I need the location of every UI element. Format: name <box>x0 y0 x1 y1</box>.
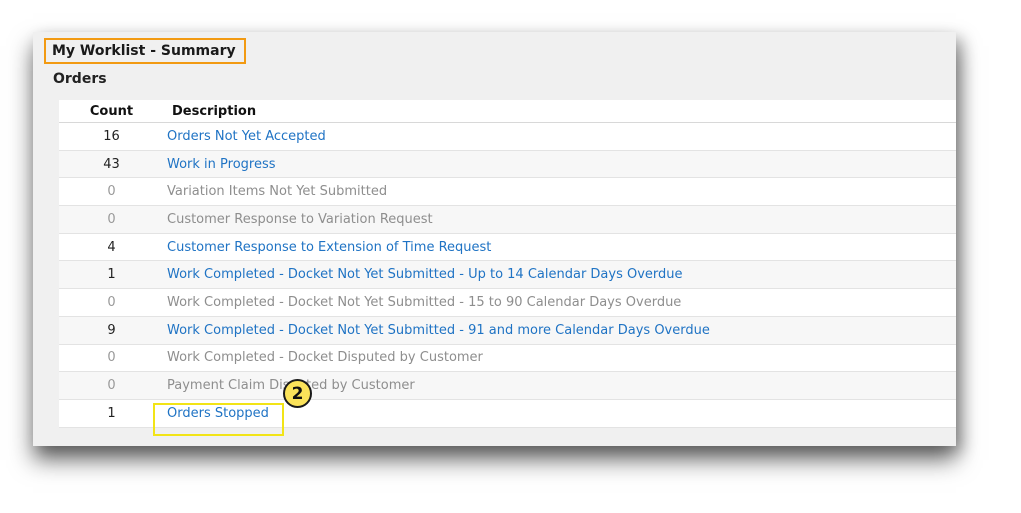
row-count: 4 <box>107 239 116 255</box>
row-count: 1 <box>107 267 116 283</box>
table-row: 43 Work in Progress <box>59 150 956 179</box>
row-count: 0 <box>107 184 116 200</box>
row-count: 0 <box>107 294 116 310</box>
row-count: 0 <box>107 211 116 227</box>
row-link[interactable]: Customer Response to Extension of Time R… <box>164 240 491 255</box>
row-label: Customer Response to Variation Request <box>167 211 433 227</box>
table-row: 1 Orders Stopped <box>59 400 956 428</box>
table-row: 1 Work Completed - Docket Not Yet Submit… <box>59 261 956 290</box>
orders-table: Count Description 16 Orders Not Yet Acce… <box>59 100 956 428</box>
row-count: 0 <box>107 378 116 394</box>
row-link[interactable]: Work in Progress <box>164 157 276 172</box>
row-count: 16 <box>103 128 120 144</box>
row-link[interactable]: Work Completed - Docket Not Yet Submitte… <box>164 323 710 338</box>
row-link[interactable]: Work Completed - Docket Not Yet Submitte… <box>164 267 683 282</box>
table-row: 9 Work Completed - Docket Not Yet Submit… <box>59 316 956 345</box>
table-row: 0 Customer Response to Variation Request <box>59 206 956 234</box>
table-row: 0 Work Completed - Docket Not Yet Submit… <box>59 289 956 317</box>
section-title-orders: Orders <box>53 71 107 87</box>
row-link[interactable]: Orders Not Yet Accepted <box>164 129 326 144</box>
table-row: 0 Work Completed - Docket Disputed by Cu… <box>59 345 956 373</box>
column-header-count: Count <box>89 103 134 119</box>
table-row: 16 Orders Not Yet Accepted <box>59 123 956 151</box>
worklist-summary-panel: My Worklist - Summary Orders Count Descr… <box>33 32 956 446</box>
column-header-description: Description <box>172 103 257 119</box>
row-label: Work Completed - Docket Disputed by Cust… <box>167 350 483 366</box>
table-row: 0 Variation Items Not Yet Submitted <box>59 178 956 207</box>
row-count: 9 <box>107 322 116 338</box>
row-count: 43 <box>103 156 120 172</box>
row-count: 1 <box>107 405 116 421</box>
step-badge: 2 <box>283 379 312 408</box>
row-label: Variation Items Not Yet Submitted <box>167 184 388 200</box>
orders-stopped-link[interactable]: Orders Stopped <box>164 406 269 421</box>
row-label: Work Completed - Docket Not Yet Submitte… <box>167 294 682 310</box>
panel-title: My Worklist - Summary <box>44 38 246 64</box>
table-row: 4 Customer Response to Extension of Time… <box>59 234 956 262</box>
table-row: 0 Payment Claim Disputed by Customer <box>59 372 956 400</box>
table-header: Count Description <box>59 100 956 123</box>
row-count: 0 <box>107 350 116 366</box>
